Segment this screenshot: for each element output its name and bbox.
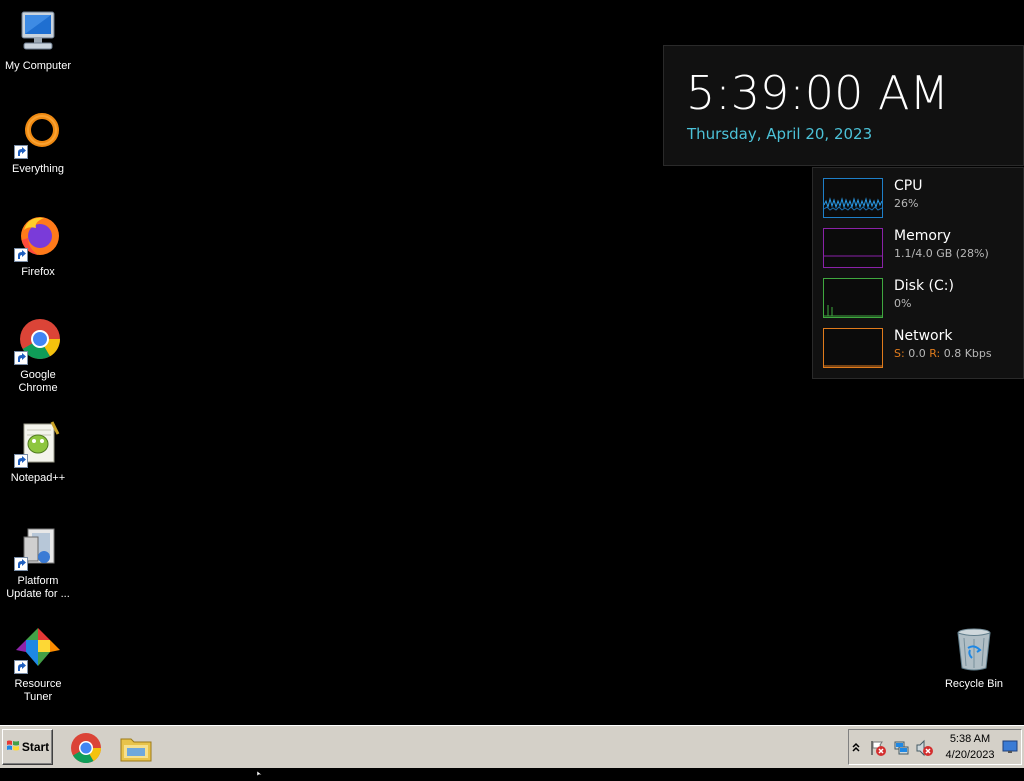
desktop-icon-everything[interactable]: Everything bbox=[0, 111, 76, 176]
desktop-icon-google-chrome[interactable]: Google Chrome bbox=[0, 317, 76, 395]
taskbar: Start 5:38 AM 4/20/2023 bbox=[0, 725, 1024, 768]
network-send-value: 0.0 bbox=[908, 347, 926, 360]
network-receive-value: 0.8 Kbps bbox=[943, 347, 992, 360]
cpu-graph bbox=[823, 178, 883, 218]
network-receive-label: R: bbox=[929, 347, 941, 360]
cpu-label: CPU bbox=[894, 178, 923, 194]
chrome-taskbar-button[interactable] bbox=[69, 731, 103, 765]
desktop-icon-label: Everything bbox=[12, 163, 64, 175]
perf-row-cpu: CPU 26% bbox=[823, 178, 1023, 220]
clock-gadget[interactable]: 5:39:00 AM Thursday, April 20, 2023 bbox=[663, 45, 1024, 166]
perf-row-network: Network S: 0.0 R: 0.8 Kbps bbox=[823, 328, 1023, 370]
network-value: S: 0.0 R: 0.8 Kbps bbox=[894, 347, 992, 360]
memory-label: Memory bbox=[894, 228, 951, 244]
perf-row-memory: Memory 1.1/4.0 GB (28%) bbox=[823, 228, 1023, 270]
shortcut-arrow-icon bbox=[14, 248, 28, 262]
shortcut-arrow-icon bbox=[14, 557, 28, 571]
desktop-icon-my-computer[interactable]: My Computer bbox=[0, 8, 76, 73]
show-desktop-icon[interactable] bbox=[1002, 740, 1020, 758]
notepad-plus-plus-icon bbox=[14, 420, 62, 468]
shortcut-arrow-icon bbox=[14, 351, 28, 365]
action-center-flag-icon[interactable] bbox=[869, 739, 887, 757]
mouse-cursor-icon bbox=[256, 763, 263, 777]
memory-graph bbox=[823, 228, 883, 268]
desktop-icon-label: Firefox bbox=[21, 266, 55, 278]
memory-value: 1.1/4.0 GB (28%) bbox=[894, 247, 989, 260]
performance-gadget[interactable]: CPU 26% Memory 1.1/4.0 GB (28%) Disk (C:… bbox=[812, 167, 1024, 379]
cpu-value: 26% bbox=[894, 197, 919, 210]
desktop-icon-recycle-bin[interactable]: Recycle Bin bbox=[936, 626, 1012, 691]
firefox-icon bbox=[14, 214, 62, 262]
recycle-bin-icon bbox=[950, 626, 998, 674]
system-tray: 5:38 AM 4/20/2023 bbox=[848, 729, 1022, 765]
disk-value: 0% bbox=[894, 297, 912, 310]
clock-date: Thursday, April 20, 2023 bbox=[687, 125, 873, 143]
shortcut-arrow-icon bbox=[14, 454, 28, 468]
desktop-icon-label: Notepad++ bbox=[10, 472, 66, 484]
desktop-icon-label: Recycle Bin bbox=[944, 678, 1004, 690]
chrome-icon bbox=[69, 733, 103, 769]
tray-clock-date[interactable]: 4/20/2023 bbox=[941, 749, 999, 761]
desktop-icon-resource-tuner[interactable]: Resource Tuner bbox=[0, 626, 76, 704]
volume-muted-icon[interactable] bbox=[915, 739, 933, 757]
installer-icon bbox=[14, 523, 62, 571]
clock-time: 5:39:00 AM bbox=[686, 66, 950, 120]
shortcut-arrow-icon bbox=[14, 660, 28, 674]
everything-icon bbox=[14, 111, 62, 159]
desktop-icon-notepad-plus-plus[interactable]: Notepad++ bbox=[0, 420, 76, 485]
desktop: My Computer Everything Firefox Google Ch… bbox=[0, 0, 1024, 725]
disk-label: Disk (C:) bbox=[894, 278, 954, 294]
windows-logo-icon bbox=[6, 739, 20, 756]
disk-graph bbox=[823, 278, 883, 318]
tray-clock-time[interactable]: 5:38 AM bbox=[945, 733, 995, 745]
desktop-icon-platform-update[interactable]: Platform Update for ... bbox=[0, 523, 76, 601]
computer-icon bbox=[14, 8, 62, 56]
chrome-icon bbox=[14, 317, 62, 365]
desktop-icon-label: Resource Tuner bbox=[14, 678, 62, 703]
desktop-icon-label: Google Chrome bbox=[18, 369, 58, 394]
desktop-icon-label: Platform Update for ... bbox=[6, 575, 70, 600]
perf-row-disk: Disk (C:) 0% bbox=[823, 278, 1023, 320]
network-label: Network bbox=[894, 328, 953, 344]
desktop-icon-firefox[interactable]: Firefox bbox=[0, 214, 76, 279]
shortcut-arrow-icon bbox=[14, 145, 28, 159]
folder-icon bbox=[119, 738, 153, 769]
network-send-label: S: bbox=[894, 347, 905, 360]
resource-tuner-icon bbox=[14, 626, 62, 674]
explorer-taskbar-button[interactable] bbox=[119, 731, 153, 765]
network-icon[interactable] bbox=[893, 739, 911, 757]
network-graph bbox=[823, 328, 883, 368]
start-label: Start bbox=[21, 740, 50, 754]
start-button[interactable]: Start bbox=[2, 729, 53, 765]
show-hidden-icons-chevron-icon[interactable] bbox=[851, 739, 869, 757]
desktop-icon-label: My Computer bbox=[4, 60, 72, 72]
